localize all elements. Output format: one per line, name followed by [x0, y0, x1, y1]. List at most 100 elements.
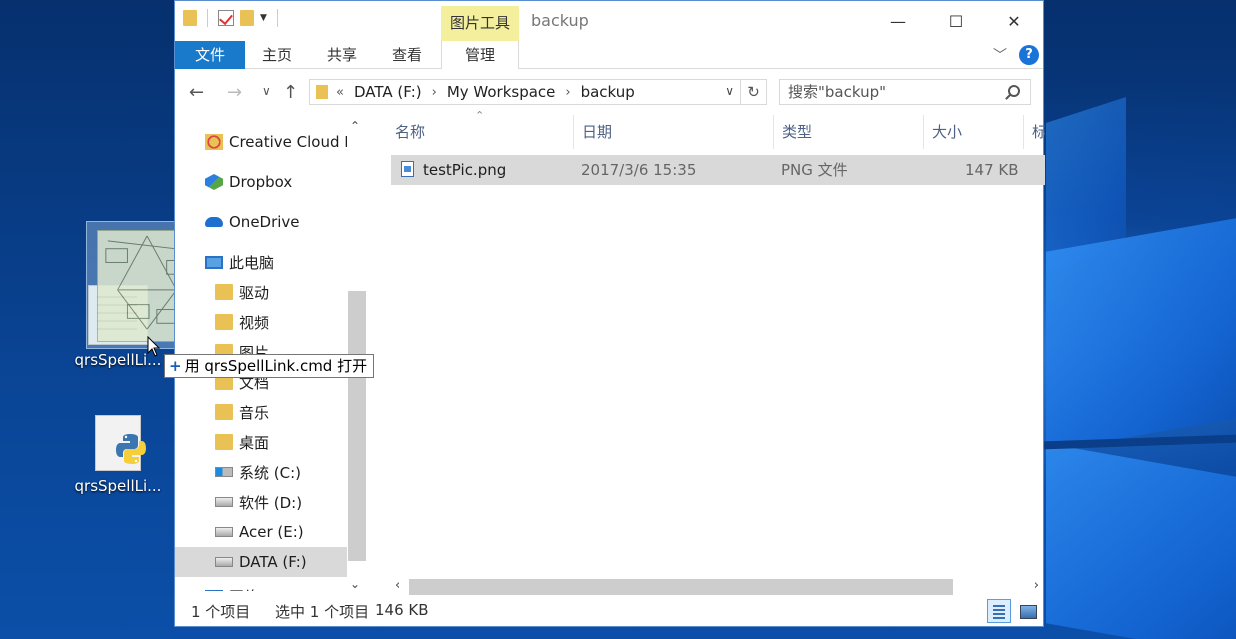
nav-item-label: DATA (F:) — [239, 553, 307, 571]
breadcrumb-separator[interactable]: › — [565, 85, 570, 100]
quick-access-toolbar: ▼ — [183, 9, 282, 27]
desktop-icon-label: qrsSpellLi... — [74, 477, 162, 495]
properties-icon[interactable] — [218, 10, 234, 26]
tab-share[interactable]: 共享 — [322, 41, 362, 69]
tab-view[interactable]: 查看 — [387, 41, 427, 69]
dropbox-icon — [205, 174, 223, 190]
details-view-icon[interactable] — [987, 599, 1011, 623]
nav-item-drive-c[interactable]: 系统 (C:) — [215, 457, 351, 487]
drive-icon — [215, 467, 233, 477]
scroll-left-icon[interactable]: ‹ — [395, 578, 400, 593]
tooltip-text: 用 qrsSpellLink.cmd 打开 — [184, 357, 368, 375]
breadcrumb-item[interactable]: backup — [581, 83, 635, 101]
item-count: 1 个项目 — [191, 603, 251, 621]
table-row[interactable]: testPic.png 2017/3/6 15:35 PNG 文件 147 KB — [391, 155, 1045, 185]
scrollbar-thumb[interactable] — [348, 291, 366, 561]
chevron-down-icon[interactable]: ﹀ — [993, 45, 1007, 65]
scroll-up-icon[interactable]: ⌃ — [350, 119, 360, 133]
nav-item-drive-e[interactable]: Acer (E:) — [215, 517, 351, 547]
nav-item-drive-d[interactable]: 软件 (D:) — [215, 487, 351, 517]
maximize-button[interactable]: ☐ — [927, 1, 985, 41]
mouse-cursor-icon — [147, 336, 161, 357]
wallpaper-pane — [1046, 218, 1236, 452]
nav-item-network[interactable]: 网络 — [205, 581, 367, 591]
breadcrumb-overflow[interactable]: « — [336, 85, 344, 100]
breadcrumb-separator[interactable]: › — [432, 85, 437, 100]
customize-toolbar-dropdown[interactable]: ▼ — [260, 13, 267, 23]
scroll-down-icon[interactable]: ⌄ — [350, 577, 360, 591]
scroll-right-icon[interactable]: › — [1034, 578, 1039, 593]
nav-item-label: Creative Cloud F — [229, 133, 353, 151]
window-title: backup — [531, 11, 589, 30]
address-dropdown-icon[interactable]: ∨ — [725, 84, 734, 98]
nav-item-videos[interactable]: 视频 — [215, 307, 351, 337]
nav-item-desktop[interactable]: 桌面 — [215, 427, 351, 457]
nav-pane-scrollbar[interactable]: ⌃ ⌄ — [347, 115, 367, 591]
forward-arrow-icon[interactable]: → — [227, 82, 242, 103]
drive-icon — [215, 557, 233, 567]
up-arrow-icon[interactable]: ↑ — [283, 82, 298, 103]
nav-item-label: 软件 (D:) — [239, 493, 303, 512]
recent-locations-chevron-icon[interactable]: ∨ — [262, 84, 271, 98]
tab-file[interactable]: 文件 — [175, 41, 245, 69]
search-icon[interactable] — [1008, 85, 1020, 97]
column-header-tags[interactable]: 标 — [1023, 115, 1045, 149]
creative-cloud-icon — [205, 134, 223, 150]
network-icon — [205, 589, 223, 591]
address-bar-row: ← → ∨ ↑ « DATA (F:) › My Workspace › bac… — [175, 69, 1043, 115]
horizontal-scrollbar[interactable]: ‹ › — [391, 577, 1045, 597]
minimize-button[interactable]: — — [869, 1, 927, 41]
breadcrumb-item[interactable]: DATA (F:) — [354, 83, 422, 101]
wallpaper-pane — [1046, 443, 1236, 639]
nav-item-drivers[interactable]: 驱动 — [215, 277, 351, 307]
help-icon[interactable]: ? — [1019, 45, 1039, 65]
large-icons-view-icon[interactable] — [1015, 599, 1039, 623]
nav-item-label: OneDrive — [229, 213, 300, 231]
refresh-icon[interactable]: ↻ — [740, 80, 766, 104]
pc-icon — [205, 255, 223, 269]
nav-item-label: 视频 — [239, 313, 270, 332]
file-list[interactable]: ⌃ 名称 日期 类型 大小 标 testPic.png 2017/3/6 15:… — [391, 109, 1045, 595]
column-header-name[interactable]: 名称 — [395, 115, 573, 149]
file-explorer-window[interactable]: ▼ 图片工具 backup — ☐ ✕ 文件 主页 共享 查看 管理 ﹀ ? ←… — [174, 0, 1045, 627]
plus-icon: + — [169, 357, 182, 375]
nav-item-onedrive[interactable]: OneDrive — [205, 207, 367, 237]
new-folder-icon[interactable] — [240, 10, 254, 26]
nav-item-dropbox[interactable]: Dropbox — [205, 167, 367, 197]
file-name: testPic.png — [423, 161, 507, 179]
picture-tools-header: 图片工具 — [441, 6, 519, 41]
back-arrow-icon[interactable]: ← — [189, 82, 204, 103]
nav-item-label: 驱动 — [239, 283, 270, 302]
folder-icon — [215, 314, 233, 330]
nav-item-creative-cloud[interactable]: Creative Cloud F — [205, 127, 367, 157]
scrollbar-thumb[interactable] — [409, 579, 953, 595]
nav-item-music[interactable]: 音乐 — [215, 397, 351, 427]
column-header-date[interactable]: 日期 — [573, 115, 773, 149]
nav-item-this-pc[interactable]: 此电脑 — [205, 247, 367, 277]
desktop-icon-python[interactable]: qrsSpellLi... — [73, 415, 163, 495]
close-button[interactable]: ✕ — [985, 1, 1043, 41]
file-type: PNG 文件 — [781, 161, 848, 179]
breadcrumb-item[interactable]: My Workspace — [447, 83, 556, 101]
drive-icon — [215, 497, 233, 507]
nav-item-drive-f[interactable]: DATA (F:) — [175, 547, 347, 577]
python-logo-icon — [116, 434, 146, 464]
drag-open-with-tooltip: + 用 qrsSpellLink.cmd 打开 — [164, 354, 375, 378]
column-header-size[interactable]: 大小 — [923, 115, 1023, 149]
folder-icon — [183, 10, 197, 26]
folder-icon — [316, 85, 328, 99]
nav-item-label: 音乐 — [239, 403, 270, 422]
nav-item-label: 系统 (C:) — [239, 463, 301, 482]
navigation-pane[interactable]: Creative Cloud F Dropbox OneDrive 此电脑 驱动… — [175, 115, 367, 591]
title-bar[interactable]: ▼ 图片工具 backup — ☐ ✕ — [175, 1, 1043, 41]
tab-manage[interactable]: 管理 — [441, 41, 519, 69]
folder-icon — [215, 404, 233, 420]
nav-item-label: 此电脑 — [229, 253, 275, 272]
column-header-type[interactable]: 类型 — [773, 115, 923, 149]
selection-size: 146 KB — [375, 601, 429, 619]
address-bar[interactable]: « DATA (F:) › My Workspace › backup ∨ ↻ — [309, 79, 767, 105]
search-input[interactable]: 搜索"backup" — [779, 79, 1031, 105]
tab-home[interactable]: 主页 — [257, 41, 297, 69]
nav-item-label: Acer (E:) — [239, 523, 304, 541]
png-file-icon — [401, 161, 414, 177]
